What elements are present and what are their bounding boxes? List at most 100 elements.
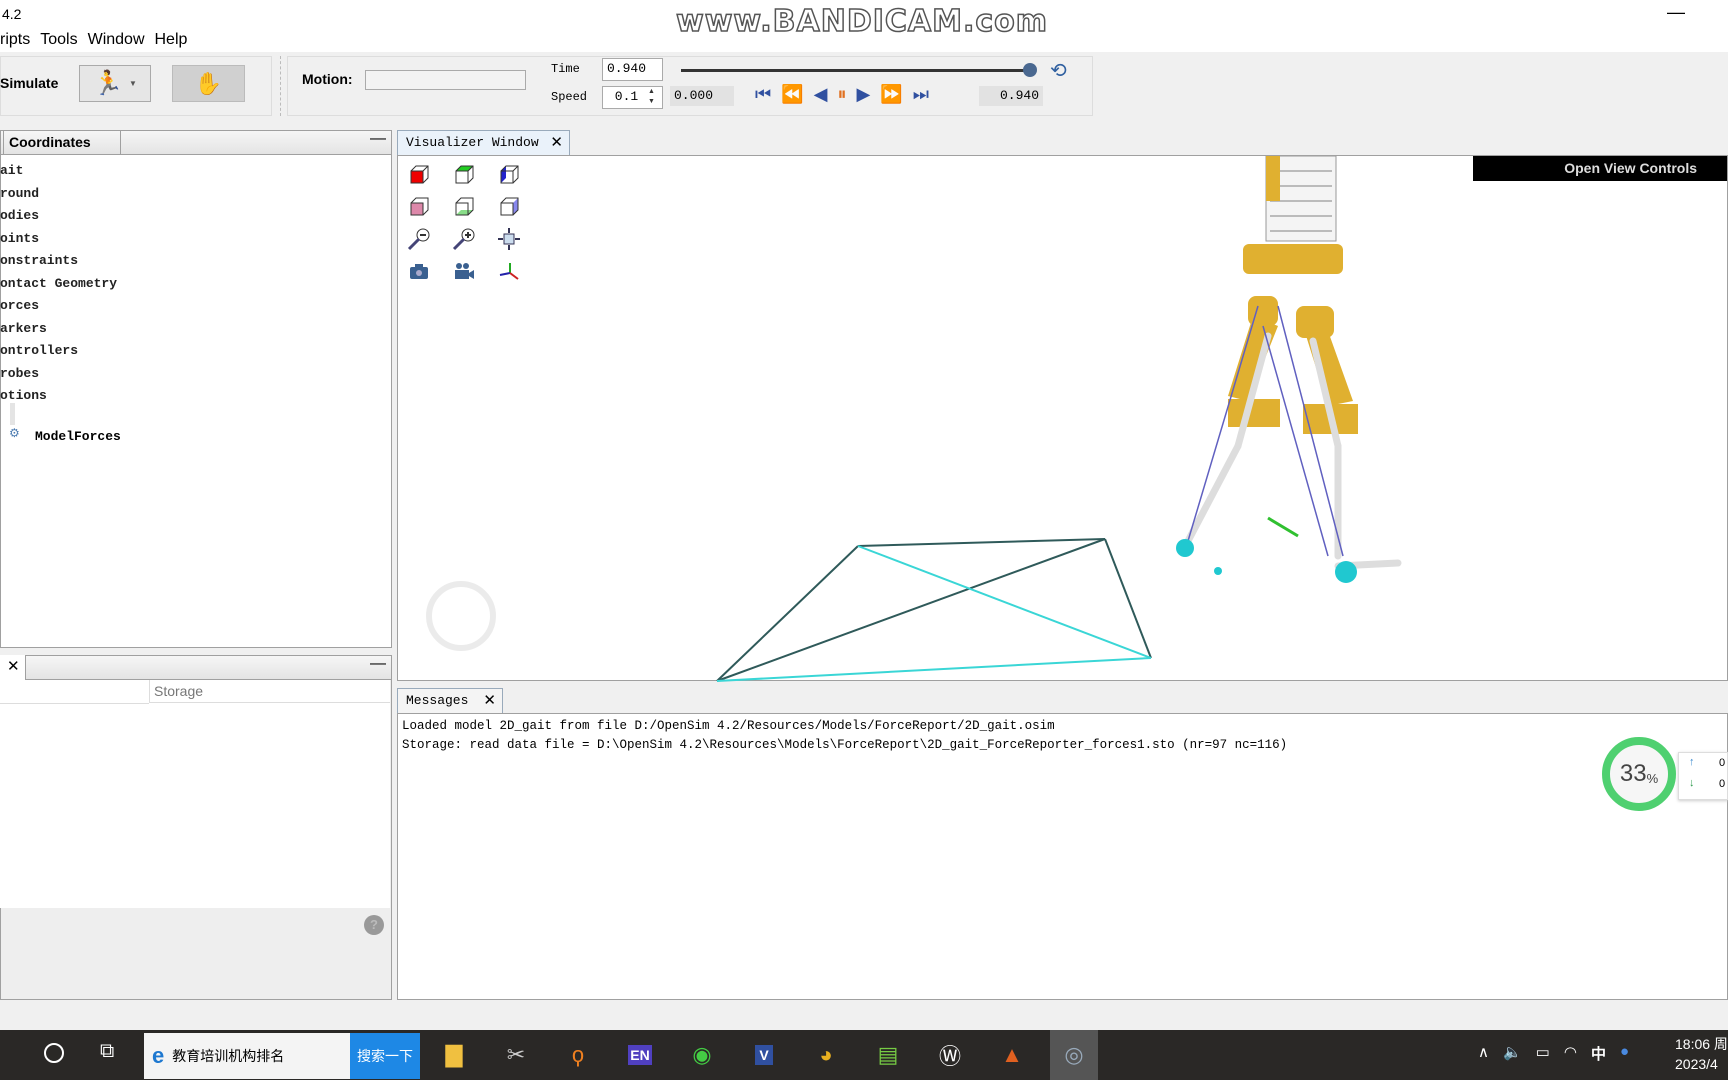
minimize-properties-button[interactable]: —: [370, 655, 386, 673]
messages-console[interactable]: Loaded model 2D_gait from file D:/OpenSi…: [397, 713, 1728, 1000]
axes-icon[interactable]: [496, 258, 522, 284]
percent-unit: %: [1646, 770, 1659, 786]
help-icon[interactable]: ?: [364, 915, 384, 935]
visio-icon[interactable]: V: [740, 1030, 788, 1080]
tree-item[interactable]: arkers: [0, 318, 117, 341]
time-slider[interactable]: [681, 69, 1031, 72]
upload-icon: ↑: [1689, 756, 1695, 768]
record-icon[interactable]: [451, 258, 477, 284]
chevron-up-icon[interactable]: ∧: [1478, 1043, 1489, 1064]
column-header-storage[interactable]: Storage: [149, 680, 390, 703]
tree-item[interactable]: oints: [0, 228, 117, 251]
minimize-button[interactable]: —: [1667, 2, 1685, 23]
run-simulation-button[interactable]: 🏃 ▼: [79, 65, 151, 102]
step-forward-button[interactable]: ⏩: [880, 84, 902, 105]
chrome-icon[interactable]: ◕: [802, 1030, 850, 1080]
left-view-icon[interactable]: [496, 194, 522, 220]
snipping-tool-icon[interactable]: ✂: [492, 1030, 540, 1080]
ime-indicator[interactable]: 中: [1591, 1043, 1606, 1064]
back-view-icon[interactable]: [406, 194, 432, 220]
close-icon[interactable]: ✕: [483, 691, 496, 709]
fit-view-icon[interactable]: [496, 226, 522, 252]
message-line: Loaded model 2D_gait from file D:/OpenSi…: [402, 719, 1055, 733]
visualizer-tab-label: Visualizer Window: [406, 135, 539, 150]
playback-controls: ⏮ ⏪ ◀ ⏸ ▶ ⏩ ⏭: [755, 84, 929, 105]
tab-visualizer-window[interactable]: Visualizer Window ✕: [397, 130, 570, 156]
notepad-icon[interactable]: ▤: [864, 1030, 912, 1080]
menu-window[interactable]: Window: [88, 31, 145, 49]
tree-item[interactable]: otions: [0, 385, 117, 408]
network-speed-widget: ↑ ↓ 0 0: [1678, 752, 1728, 800]
memory-percent: 33: [1619, 760, 1647, 787]
bottom-view-icon[interactable]: [451, 194, 477, 220]
speed-spin-arrows[interactable]: ▲ ▼: [648, 87, 655, 107]
front-view-icon[interactable]: [406, 162, 432, 188]
tree-item[interactable]: ait: [0, 160, 117, 183]
tree-item[interactable]: ontact Geometry: [0, 273, 117, 296]
search-button[interactable]: 搜索一下: [350, 1033, 420, 1079]
battery-icon[interactable]: ▭: [1536, 1043, 1550, 1064]
tree-item[interactable]: robes: [0, 363, 117, 386]
ifly-icon[interactable]: ●: [1620, 1043, 1629, 1064]
volume-icon[interactable]: 🔈: [1503, 1043, 1522, 1064]
en-dictionary-icon[interactable]: EN: [616, 1030, 664, 1080]
table-header-divider: [0, 703, 149, 704]
window-title: 4.2: [2, 6, 22, 22]
play-button[interactable]: ▶: [856, 84, 870, 105]
messages-tab-label: Messages: [406, 693, 469, 708]
forces-icon: ⚙: [9, 426, 20, 440]
go-to-end-button[interactable]: ⏭: [913, 84, 929, 105]
menu-scripts[interactable]: ripts: [0, 31, 30, 49]
tree-item[interactable]: ontrollers: [0, 340, 117, 363]
clock[interactable]: 18:06 周 2023/4: [1675, 1034, 1728, 1074]
menu-help[interactable]: Help: [155, 31, 188, 49]
start-time: 0.000: [670, 86, 734, 106]
properties-table: [0, 680, 390, 908]
bandicam-watermark: www.BANDICAM.com: [675, 3, 1049, 40]
search-app-icon[interactable]: ϙ: [554, 1030, 602, 1080]
w-app-icon[interactable]: Ⓦ: [926, 1030, 974, 1080]
go-to-start-button[interactable]: ⏮: [755, 84, 771, 105]
zoom-in-icon[interactable]: [451, 226, 477, 252]
top-view-icon[interactable]: [451, 162, 477, 188]
search-box[interactable]: e 教育培训机构排名: [144, 1033, 350, 1079]
tab-messages[interactable]: Messages ✕: [397, 688, 503, 714]
zoom-out-icon[interactable]: [406, 226, 432, 252]
close-properties-tab[interactable]: ✕: [0, 655, 26, 680]
tree-item[interactable]: onstraints: [0, 250, 117, 273]
time-field[interactable]: 0.940: [602, 58, 663, 81]
menu-bar: ripts Tools Window Help: [0, 31, 187, 49]
opensim-icon[interactable]: ◎: [1050, 1030, 1098, 1080]
minimize-panel-button[interactable]: —: [370, 130, 386, 148]
pause-button[interactable]: ⏸: [837, 84, 846, 105]
running-man-icon: 🏃: [93, 70, 123, 97]
view-toolbar: [406, 162, 541, 284]
motion-field[interactable]: [365, 70, 526, 90]
play-reverse-button[interactable]: ◀: [814, 84, 828, 105]
memory-usage-widget[interactable]: 33%: [1602, 737, 1676, 811]
loop-icon[interactable]: ⟲: [1050, 58, 1067, 83]
right-view-icon[interactable]: [496, 162, 522, 188]
open-view-controls-button[interactable]: Open View Controls: [1473, 156, 1727, 181]
wifi-icon[interactable]: ◠: [1564, 1043, 1577, 1064]
tree-item[interactable]: round: [0, 183, 117, 206]
stop-simulation-button[interactable]: ✋: [172, 65, 245, 102]
task-view-icon[interactable]: ⧉: [100, 1040, 114, 1063]
matlab-icon[interactable]: ▲: [988, 1030, 1036, 1080]
ground-plane: [716, 538, 1152, 682]
end-time: 0.940: [979, 86, 1043, 106]
file-explorer-icon[interactable]: ▇: [430, 1030, 478, 1080]
tree-item[interactable]: odies: [0, 205, 117, 228]
browser-360-icon[interactable]: ◉: [678, 1030, 726, 1080]
step-back-button[interactable]: ⏪: [781, 84, 803, 105]
snapshot-icon[interactable]: [406, 258, 432, 284]
message-line: Storage: read data file = D:\OpenSim 4.2…: [402, 738, 1288, 752]
visualizer-viewport[interactable]: Open View Controls: [397, 155, 1728, 682]
menu-tools[interactable]: Tools: [40, 31, 77, 49]
tab-coordinates[interactable]: Coordinates: [3, 130, 121, 155]
cortana-icon[interactable]: [44, 1043, 64, 1063]
time-slider-thumb[interactable]: [1023, 63, 1037, 77]
tree-item[interactable]: orces: [0, 295, 117, 318]
close-icon[interactable]: ✕: [550, 133, 563, 151]
tree-item-model-forces[interactable]: ModelForces: [35, 429, 121, 444]
